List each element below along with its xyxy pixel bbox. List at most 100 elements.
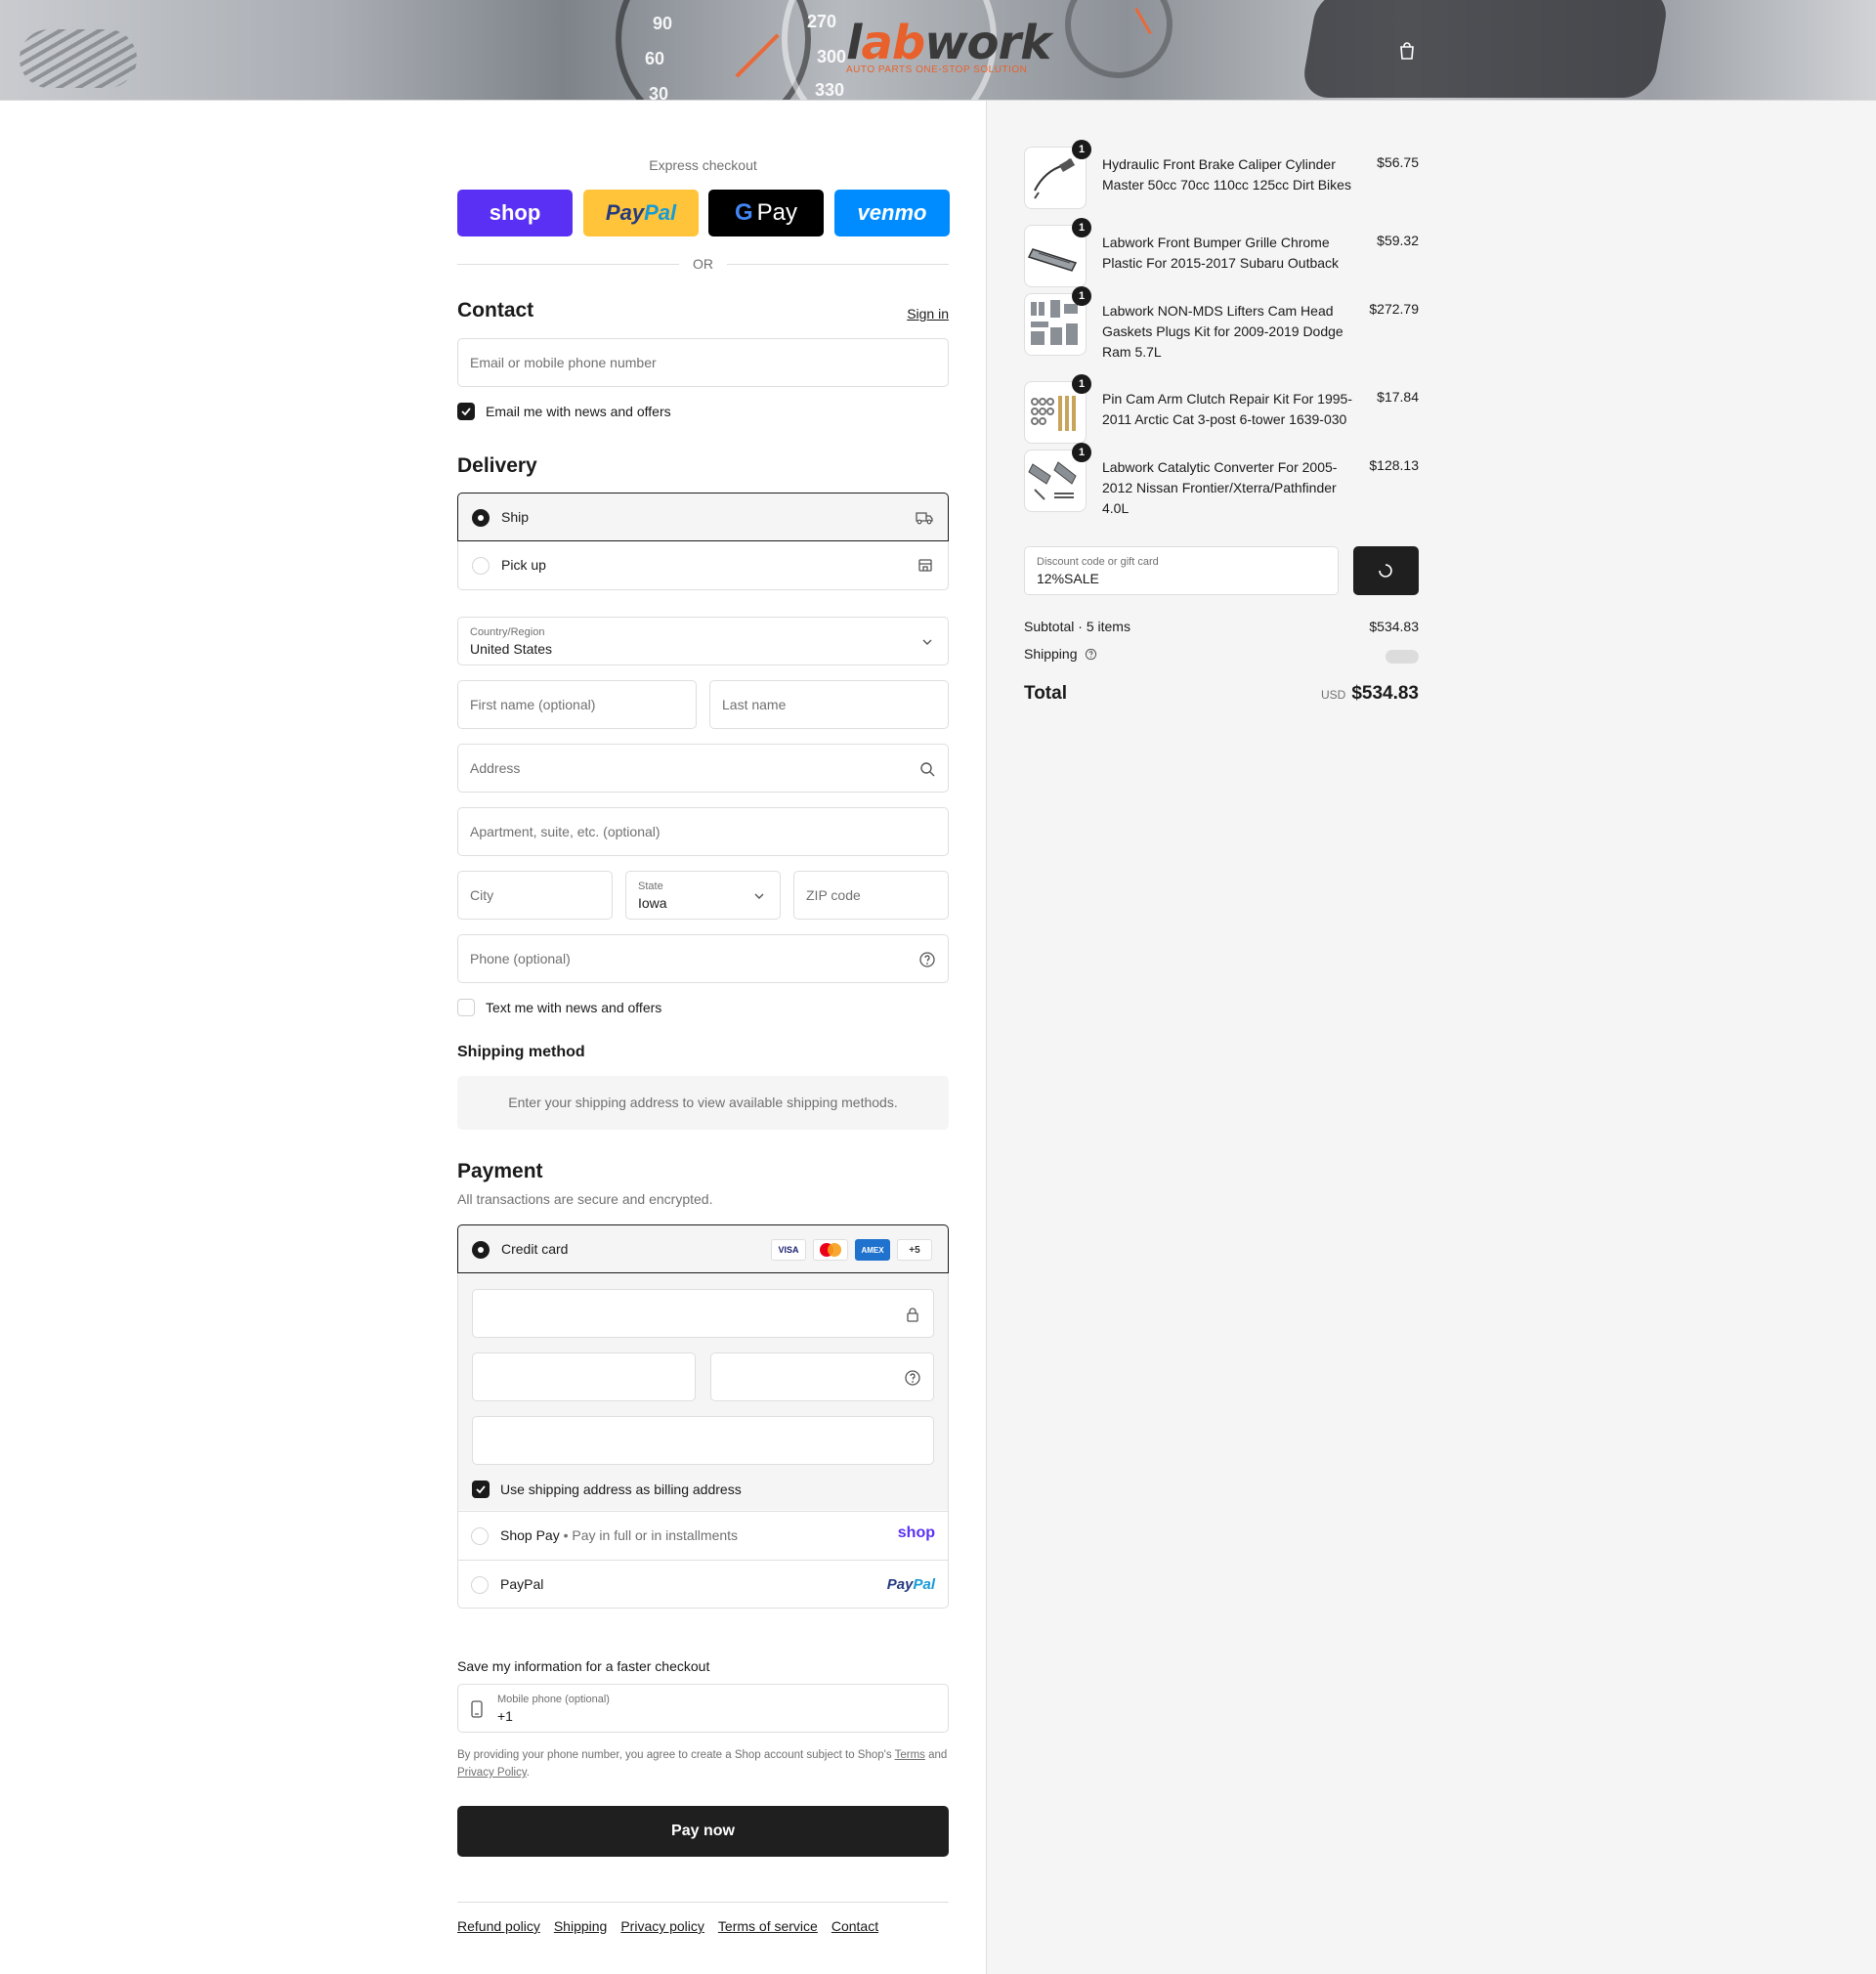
subtotal-row: Subtotal · 5 items $534.83 (1024, 619, 1419, 634)
amex-icon: AMEX (855, 1239, 890, 1261)
shipping-policy-link[interactable]: Shipping (554, 1918, 608, 1934)
sign-in-link[interactable]: Sign in (907, 306, 949, 322)
gauge-number: 270 (807, 12, 837, 31)
expiration-date-field[interactable] (472, 1352, 696, 1401)
discount-code-field[interactable]: Discount code or gift card 12%SALE (1024, 546, 1339, 595)
google-pay-express-button[interactable]: G Pay (708, 190, 824, 236)
venmo-express-button[interactable]: venmo (834, 190, 950, 236)
footer-links: Refund policy Shipping Privacy policy Te… (457, 1902, 949, 1934)
shopping-bag-icon[interactable] (1397, 41, 1417, 61)
email-news-label: Email me with news and offers (486, 404, 671, 419)
save-info-legal: By providing your phone number, you agre… (457, 1749, 948, 1779)
small-gauge-decoration (1065, 0, 1172, 78)
item-name: Labwork NON-MDS Lifters Cam Head Gaskets… (1102, 303, 1343, 360)
first-name-field[interactable]: First name (optional) (457, 680, 697, 729)
item-name: Pin Cam Arm Clutch Repair Kit For 1995-2… (1102, 391, 1352, 427)
paypal-logo: PayPal (886, 1576, 935, 1593)
item-price: $56.75 (1377, 154, 1419, 170)
item-name: Labwork Front Bumper Grille Chrome Plast… (1102, 235, 1340, 271)
security-code-field[interactable] (710, 1352, 934, 1401)
contact-heading: Contact (457, 299, 534, 322)
terms-of-service-link[interactable]: Terms of service (718, 1918, 818, 1934)
quantity-badge: 1 (1072, 218, 1091, 237)
text-news-checkbox[interactable] (457, 999, 475, 1016)
credit-card-option[interactable]: Credit card VISA AMEX +5 (457, 1224, 949, 1273)
card-number-field[interactable] (472, 1289, 934, 1338)
help-icon[interactable] (918, 951, 936, 968)
pay-now-button[interactable]: Pay now (457, 1806, 949, 1857)
paypal-express-button[interactable]: Pay Pal (583, 190, 699, 236)
delivery-heading: Delivery (457, 454, 537, 477)
shop-pay-express-button[interactable]: shop (457, 190, 573, 236)
total-row: Total USD $534.83 (1024, 683, 1419, 712)
gauge-number: 300 (817, 47, 847, 66)
gauge-number: 60 (645, 49, 665, 68)
gauge-number: 330 (815, 80, 845, 100)
chevron-down-icon (922, 639, 932, 645)
product-image: 1 (1024, 218, 1091, 287)
product-image: 1 (1024, 140, 1091, 209)
state-select[interactable]: State Iowa (625, 871, 781, 920)
total-label: Total (1024, 683, 1067, 704)
shop-pay-label: Shop Pay • Pay in full or in installment… (500, 1527, 739, 1543)
terms-link[interactable]: Terms (895, 1749, 925, 1761)
store-logo[interactable]: labwork AUTO PARTS ONE-STOP SOLUTION (846, 20, 1051, 80)
email-news-checkbox[interactable] (457, 403, 475, 420)
address-field[interactable]: Address (457, 744, 949, 793)
paypal-option[interactable]: PayPal PayPal (457, 1560, 949, 1609)
truck-icon (916, 512, 933, 525)
help-icon[interactable] (904, 1369, 921, 1387)
refund-policy-link[interactable]: Refund policy (457, 1918, 540, 1934)
ship-option[interactable]: Ship (457, 493, 949, 541)
credit-card-radio[interactable] (472, 1241, 490, 1259)
header-banner: 90 60 30 270 300 330 labwork AUTO PARTS … (0, 0, 1876, 101)
shop-pay-logo: shop (897, 1524, 935, 1541)
privacy-policy-link[interactable]: Privacy Policy (457, 1767, 527, 1779)
contact-link[interactable]: Contact (831, 1918, 878, 1934)
dashboard-panel-decoration (1300, 0, 1671, 98)
save-info-heading: Save my information for a faster checkou… (457, 1658, 710, 1674)
billing-same-checkbox[interactable] (472, 1480, 490, 1498)
email-field[interactable]: Email or mobile phone number (457, 338, 949, 387)
shipping-method-heading: Shipping method (457, 1044, 585, 1060)
search-icon (920, 762, 935, 777)
item-price: $59.32 (1377, 233, 1419, 248)
mobile-phone-field[interactable]: Mobile phone (optional) +1 (457, 1684, 949, 1733)
pickup-radio[interactable] (472, 557, 490, 575)
item-name: Labwork Catalytic Converter For 2005-201… (1102, 459, 1338, 516)
item-price: $272.79 (1369, 301, 1419, 317)
payment-heading: Payment (457, 1160, 543, 1182)
shipping-method-info: Enter your shipping address to view avai… (457, 1076, 949, 1130)
more-cards-badge: +5 (897, 1239, 932, 1261)
mobile-phone-icon (471, 1700, 483, 1718)
name-on-card-field[interactable] (472, 1416, 934, 1465)
paypal-label: PayPal (500, 1576, 544, 1592)
country-select[interactable]: Country/Region United States (457, 617, 949, 665)
paypal-radio[interactable] (471, 1576, 489, 1594)
ship-radio[interactable] (472, 509, 490, 527)
mastercard-icon (813, 1239, 848, 1261)
product-image: 1 (1024, 443, 1091, 512)
zip-field[interactable]: ZIP code (793, 871, 949, 920)
shipping-value-loading (1386, 650, 1419, 664)
quantity-badge: 1 (1072, 140, 1091, 159)
order-summary-panel (986, 101, 1876, 1974)
item-price: $17.84 (1377, 389, 1419, 405)
apartment-field[interactable]: Apartment, suite, etc. (optional) (457, 807, 949, 856)
gauge-number: 30 (649, 84, 669, 101)
google-icon: G (734, 199, 753, 226)
shop-pay-radio[interactable] (471, 1527, 489, 1545)
last-name-field[interactable]: Last name (709, 680, 949, 729)
apply-discount-button[interactable] (1353, 546, 1419, 595)
gauge-number: 90 (653, 14, 673, 33)
help-icon[interactable] (1085, 648, 1097, 661)
shop-pay-option[interactable]: Shop Pay • Pay in full or in installment… (457, 1511, 949, 1560)
city-field[interactable]: City (457, 871, 613, 920)
dashboard-vent-decoration (20, 29, 137, 88)
phone-field[interactable]: Phone (optional) (457, 934, 949, 983)
shipping-row: Shipping (1024, 646, 1419, 664)
privacy-policy-footer-link[interactable]: Privacy policy (620, 1918, 704, 1934)
pickup-label: Pick up (501, 557, 546, 573)
total-value: USD $534.83 (1320, 683, 1419, 704)
pickup-option[interactable]: Pick up (457, 541, 949, 590)
